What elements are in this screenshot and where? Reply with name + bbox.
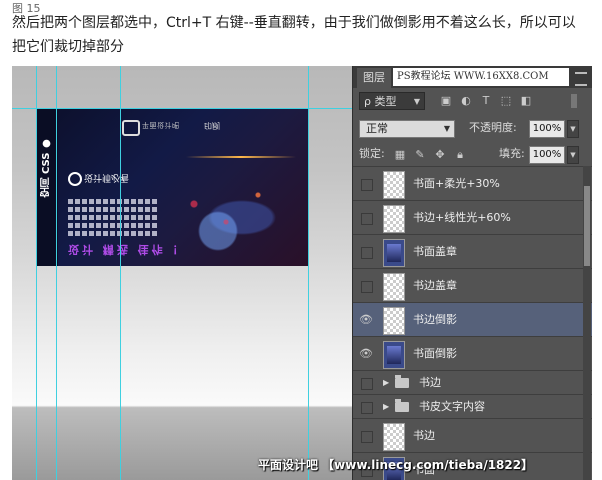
layer-thumbnail xyxy=(383,307,405,335)
visibility-toggle[interactable] xyxy=(361,247,373,259)
guide-vertical[interactable] xyxy=(120,66,121,480)
filter-type-label: ρ 类型 xyxy=(364,95,397,108)
group-name: 书皮文字内容 xyxy=(419,400,485,413)
visibility-toggle[interactable] xyxy=(361,281,373,293)
disc-icon xyxy=(68,172,82,186)
fill-label: 填充: xyxy=(499,147,525,160)
forum-watermark: PS教程论坛 WWW.16XX8.COM xyxy=(393,68,569,86)
image-filter-icon[interactable]: ▣ xyxy=(439,94,453,108)
fill-dropdown-icon[interactable]: ▼ xyxy=(567,146,579,164)
layer-row[interactable]: 书面盖章 xyxy=(353,234,592,269)
spine-text: 空间 CSS ● xyxy=(41,138,52,198)
layer-name: 书边盖章 xyxy=(413,279,457,292)
layers-scrollbar[interactable] xyxy=(583,166,591,480)
fill-input[interactable]: 100% xyxy=(529,146,565,164)
cover-text-lines xyxy=(68,196,158,239)
scrollbar-thumb[interactable] xyxy=(584,186,590,266)
tab-layers[interactable]: 图层 xyxy=(357,68,391,88)
layer-thumbnail xyxy=(383,239,405,267)
layer-group-row[interactable]: ▶ 书边 xyxy=(353,370,592,395)
expand-triangle-icon[interactable]: ▶ xyxy=(383,377,389,389)
layer-row[interactable]: 书面+柔光+30% xyxy=(353,166,592,201)
visibility-toggle[interactable] xyxy=(361,378,373,390)
layer-thumbnail xyxy=(383,423,405,451)
layer-thumbnail xyxy=(383,341,405,369)
cover-purple-text: 设计 精选 佳作 ！ xyxy=(68,243,187,256)
folder-icon xyxy=(395,375,409,388)
document-canvas[interactable]: 空间 CSS ● 平面设计吧 印刷 设计师必看 设计 精选 佳作 ！ xyxy=(12,66,352,480)
guide-horizontal[interactable] xyxy=(12,108,352,109)
flipped-book-cover[interactable]: 空间 CSS ● 平面设计吧 印刷 设计师必看 设计 精选 佳作 ！ xyxy=(36,108,308,266)
layer-group-row[interactable]: ▶ 书皮文字内容 xyxy=(353,394,592,419)
filter-type-select[interactable]: ρ 类型 ▼ xyxy=(359,92,425,110)
layer-name: 书面盖章 xyxy=(413,245,457,258)
visibility-toggle[interactable] xyxy=(361,213,373,225)
guide-vertical[interactable] xyxy=(36,66,37,480)
filter-row: ρ 类型 ▼ ▣ ◐ T ⬚ ◧ xyxy=(353,88,592,112)
type-filter-icon[interactable]: T xyxy=(479,94,493,108)
layer-name: 书边 xyxy=(413,429,435,442)
chevron-down-icon: ▼ xyxy=(413,97,420,106)
panel-menu-icon[interactable] xyxy=(575,72,587,86)
layer-thumbnail xyxy=(383,205,405,233)
group-name: 书边 xyxy=(419,376,441,389)
panel-tab-bar: 图层 PS教程论坛 WWW.16XX8.COM xyxy=(353,66,592,88)
lock-row: 锁定: ▦ ✎ ✥ 🔒︎ 填充: 100% ▼ xyxy=(353,142,592,166)
light-flare xyxy=(186,156,296,158)
blend-row: 正常 ▼ 不透明度: 100% ▼ xyxy=(353,116,592,140)
photoshop-screenshot: 空间 CSS ● 平面设计吧 印刷 设计师必看 设计 精选 佳作 ！ 图层 PS… xyxy=(12,66,592,480)
opacity-dropdown-icon[interactable]: ▼ xyxy=(567,120,579,138)
lock-position-icon[interactable]: ✥ xyxy=(433,148,447,162)
lock-label: 锁定: xyxy=(359,147,385,160)
cover-title: 设计师必看 xyxy=(84,172,130,182)
book-spine: 空间 CSS ● xyxy=(36,108,58,266)
visibility-toggle[interactable] xyxy=(361,431,373,443)
layers-panel: 图层 PS教程论坛 WWW.16XX8.COM ρ 类型 ▼ ▣ ◐ T ⬚ ◧… xyxy=(352,66,592,480)
lock-all-icon[interactable]: 🔒︎ xyxy=(453,148,467,162)
layer-name: 书边+线性光+60% xyxy=(413,211,511,224)
site-watermark: 平面设计吧 【www.linecg.com/tieba/1822】 xyxy=(258,458,534,472)
visibility-toggle[interactable] xyxy=(361,179,373,191)
blend-mode-value: 正常 xyxy=(366,122,388,135)
layer-name: 书面+柔光+30% xyxy=(413,177,500,190)
lock-transparent-icon[interactable]: ▦ xyxy=(393,148,407,162)
visibility-toggle[interactable] xyxy=(361,402,373,414)
caption-line-2: 把它们裁切掉部分 xyxy=(12,39,124,55)
layer-row[interactable]: 书边 xyxy=(353,418,592,453)
layer-thumbnail xyxy=(383,171,405,199)
shape-filter-icon[interactable]: ⬚ xyxy=(499,94,513,108)
cover-brand-text: 平面设计吧 xyxy=(142,121,180,129)
blend-mode-select[interactable]: 正常 ▼ xyxy=(359,120,455,138)
layer-name: 书面倒影 xyxy=(413,347,457,360)
adjustment-filter-icon[interactable]: ◐ xyxy=(459,94,473,108)
brand-logo-icon xyxy=(122,120,140,136)
guide-vertical[interactable] xyxy=(56,66,57,480)
filter-toggle[interactable] xyxy=(571,94,577,108)
layer-thumbnail xyxy=(383,273,405,301)
opacity-label: 不透明度: xyxy=(469,121,517,134)
chevron-down-icon: ▼ xyxy=(443,124,450,133)
lock-paint-icon[interactable]: ✎ xyxy=(413,148,427,162)
caption-line-1: 然后把两个图层都选中，Ctrl+T 右键--垂直翻转，由于我们做倒影用不着这么长… xyxy=(12,15,576,31)
guide-vertical[interactable] xyxy=(308,66,309,480)
layer-row[interactable]: 👁︎ 书面倒影 xyxy=(353,336,592,371)
eye-icon[interactable]: 👁︎ xyxy=(359,313,373,327)
layer-row[interactable]: 书边+线性光+60% xyxy=(353,200,592,235)
smart-object-filter-icon[interactable]: ◧ xyxy=(519,94,533,108)
cover-brand-text-2: 印刷 xyxy=(204,121,220,130)
folder-icon xyxy=(395,399,409,412)
layer-row-selected[interactable]: 👁︎ 书边倒影 xyxy=(353,302,592,337)
eye-icon[interactable]: 👁︎ xyxy=(359,347,373,361)
expand-triangle-icon[interactable]: ▶ xyxy=(383,401,389,413)
layer-row[interactable]: 书边盖章 xyxy=(353,268,592,303)
opacity-input[interactable]: 100% xyxy=(529,120,565,138)
layer-name: 书边倒影 xyxy=(413,313,457,326)
